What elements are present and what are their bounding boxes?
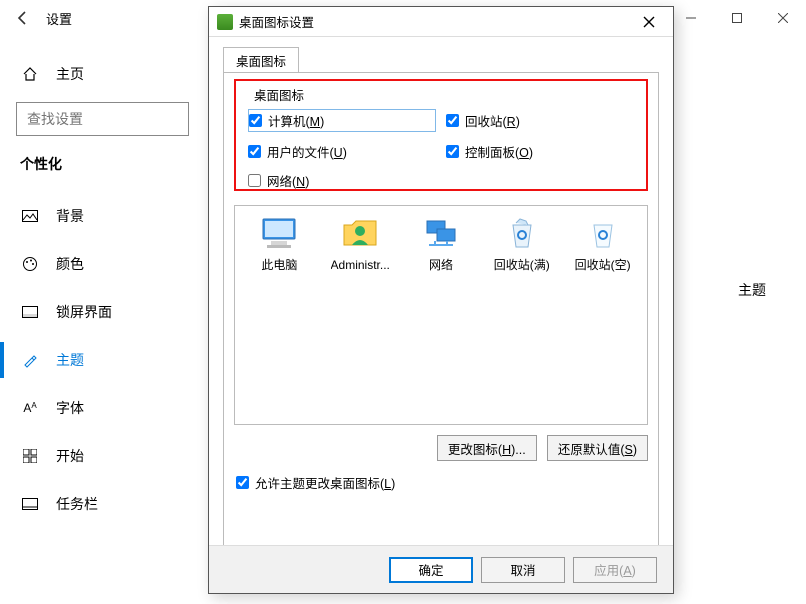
settings-window-title: 设置 [46,9,72,28]
preview-label: 回收站(满) [494,258,550,272]
image-icon [20,210,40,222]
preview-item-this-pc[interactable]: 此电脑 [239,214,320,416]
checkbox-allow-themes-input[interactable] [236,476,249,489]
dialog-footer: 确定 取消 应用(A) [209,545,673,593]
sidebar-section-header: 个性化 [0,154,205,174]
palette-icon [20,256,40,272]
checkbox-network[interactable]: 网络(N) [248,171,436,190]
start-icon [20,449,40,463]
desktop-icon-settings-dialog: 桌面图标设置 桌面图标 桌面图标 计算机(M) 回收站(R) [208,6,674,594]
group-title: 桌面图标 [250,85,308,104]
window-controls [668,3,806,33]
sidebar-search [16,102,189,136]
checkbox-network-input[interactable] [248,174,261,187]
checkbox-computer[interactable]: 计算机(M) [248,109,436,132]
checkbox-allow-themes[interactable]: 允许主题更改桌面图标(L) [236,473,395,492]
sidebar-item-label: 锁屏界面 [56,302,112,322]
sidebar-item-label: 开始 [56,446,84,466]
font-icon: AA [20,401,40,415]
icon-action-buttons: 更改图标(H)... 还原默认值(S) [437,435,648,461]
close-button[interactable] [760,3,806,33]
checkbox-recycle-input[interactable] [446,114,459,127]
dialog-close-button[interactable] [631,11,667,33]
preview-item-recycle-full[interactable]: 回收站(满) [481,214,562,416]
sidebar-item-taskbar[interactable]: 任务栏 [0,480,205,528]
maximize-button[interactable] [714,3,760,33]
theme-icon [20,352,40,368]
change-icon-button[interactable]: 更改图标(H)... [437,435,537,461]
tabstrip: 桌面图标 [223,47,659,73]
dialog-title: 桌面图标设置 [239,12,631,31]
restore-defaults-button[interactable]: 还原默认值(S) [547,435,648,461]
checkbox-computer-input[interactable] [249,114,262,127]
icon-preview-list: 此电脑 Administr... 网络 [234,205,648,425]
preview-item-user[interactable]: Administr... [320,214,401,416]
dialog-titlebar: 桌面图标设置 [209,7,673,37]
preview-label: 网络 [429,258,453,272]
tab-panel: 桌面图标 计算机(M) 回收站(R) 用户的文件(U) [223,72,659,566]
back-icon[interactable] [8,10,38,26]
preview-item-recycle-empty[interactable]: 回收站(空) [562,214,643,416]
home-icon [20,66,40,82]
sidebar-item-fonts[interactable]: AA 字体 [0,384,205,432]
sidebar-item-label: 背景 [56,206,84,226]
sidebar-item-lockscreen[interactable]: 锁屏界面 [0,288,205,336]
sidebar-item-themes[interactable]: 主题 [0,336,205,384]
desktop-icons-group: 桌面图标 计算机(M) 回收站(R) 用户的文件(U) [234,79,648,191]
tab-desktop-icons[interactable]: 桌面图标 [223,47,299,73]
lockscreen-icon [20,306,40,318]
dialog-app-icon [217,14,233,30]
apply-button[interactable]: 应用(A) [573,557,657,583]
network-icon [420,214,462,252]
sidebar-item-label: 主题 [56,350,84,370]
taskbar-icon [20,498,40,510]
cancel-button[interactable]: 取消 [481,557,565,583]
sidebar-home-label: 主页 [56,64,84,84]
preview-label: Administr... [331,258,390,272]
checkbox-cpl-input[interactable] [446,145,459,158]
this-pc-icon [258,214,300,252]
content-fragment: 主题 [738,280,766,300]
checkbox-control-panel[interactable]: 控制面板(O) [446,142,634,161]
checkbox-recycle-bin[interactable]: 回收站(R) [446,109,634,132]
sidebar-item-start[interactable]: 开始 [0,432,205,480]
settings-sidebar: 主页 个性化 背景 颜色 锁屏界面 [0,36,205,604]
checkbox-user-files[interactable]: 用户的文件(U) [248,142,436,161]
search-input[interactable] [16,102,189,136]
sidebar-item-background[interactable]: 背景 [0,192,205,240]
preview-label: 回收站(空) [575,258,631,272]
sidebar-item-label: 任务栏 [56,494,98,514]
recycle-bin-empty-icon [582,214,624,252]
sidebar-item-label: 字体 [56,398,84,418]
preview-label: 此电脑 [261,258,297,272]
sidebar-home[interactable]: 主页 [0,54,205,94]
recycle-bin-full-icon [501,214,543,252]
user-folder-icon [339,214,381,252]
sidebar-item-colors[interactable]: 颜色 [0,240,205,288]
preview-item-network[interactable]: 网络 [401,214,482,416]
minimize-button[interactable] [668,3,714,33]
ok-button[interactable]: 确定 [389,557,473,583]
sidebar-item-label: 颜色 [56,254,84,274]
checkbox-userfiles-input[interactable] [248,145,261,158]
